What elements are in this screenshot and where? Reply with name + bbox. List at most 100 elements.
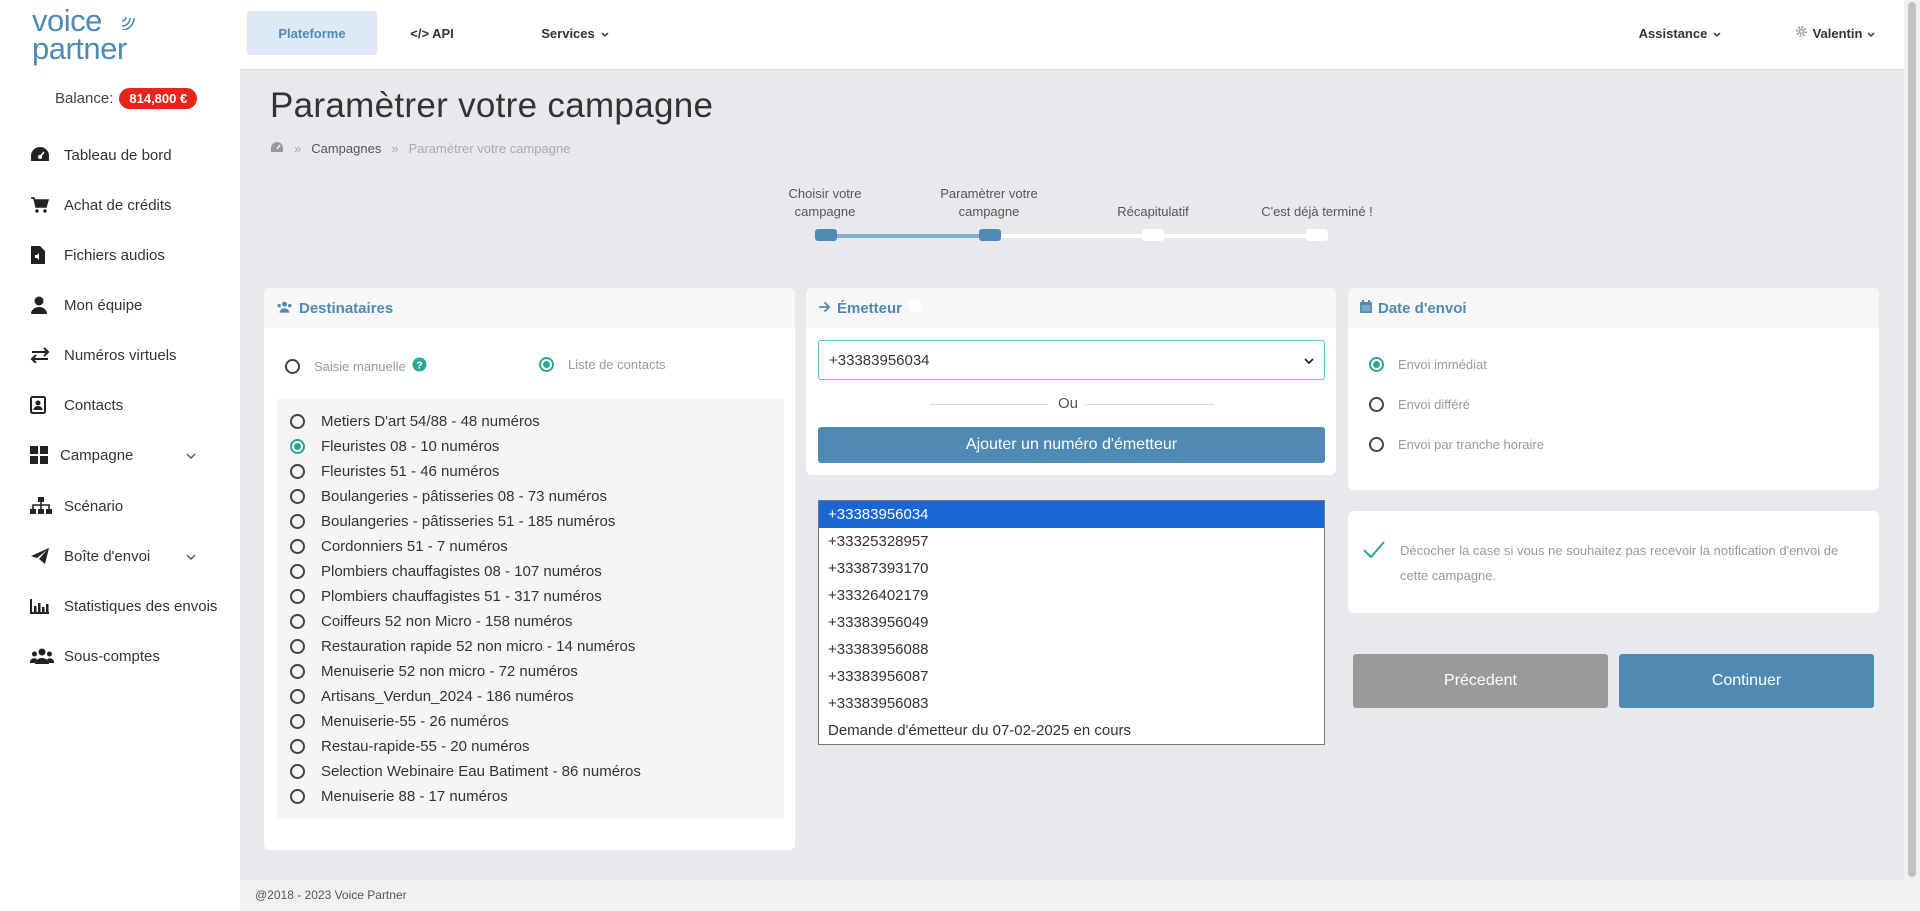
list-item[interactable]: Menuiserie-55 - 26 numéros <box>290 710 509 732</box>
list-item[interactable]: Boulangeries - pâtisseries 51 - 185 numé… <box>290 510 615 532</box>
chevron-down-icon <box>1867 26 1875 41</box>
dropdown-option[interactable]: +33325328957 <box>819 528 1324 555</box>
list-item[interactable]: Boulangeries - pâtisseries 08 - 73 numér… <box>290 485 607 507</box>
tab-label: Plateforme <box>278 25 346 41</box>
list-item[interactable]: Fleuristes 08 - 10 numéros <box>290 435 499 457</box>
list-radio[interactable] <box>290 438 305 454</box>
info-icon[interactable] <box>908 299 922 317</box>
list-item[interactable]: Plombiers chauffagistes 51 - 317 numéros <box>290 585 602 607</box>
radio-envoi-tranche-horaire[interactable] <box>1369 437 1384 452</box>
home-icon[interactable] <box>270 141 284 156</box>
envoi-differe-option[interactable]: Envoi différé <box>1369 397 1470 412</box>
list-radio[interactable] <box>290 688 305 704</box>
list-radio[interactable] <box>290 763 305 779</box>
list-item[interactable]: Menuiserie 52 non micro - 72 numéros <box>290 660 578 682</box>
assistance-label: Assistance <box>1638 25 1708 41</box>
list-item[interactable]: Restau-rapide-55 - 20 numéros <box>290 735 529 757</box>
emetteur-select[interactable]: +33383956034 <box>818 340 1325 380</box>
list-radio[interactable] <box>290 738 305 754</box>
list-label: Plombiers chauffagistes 51 - 317 numéros <box>321 587 602 605</box>
radio-saisie-manuelle[interactable] <box>285 358 300 374</box>
help-icon[interactable]: ? <box>412 357 427 375</box>
grid-icon <box>30 446 60 464</box>
list-item[interactable]: Artisans_Verdun_2024 - 186 numéros <box>290 685 574 707</box>
sidebar-item-achat-de-credits[interactable]: Achat de crédits <box>30 190 230 220</box>
chevron-down-icon <box>186 447 196 464</box>
list-item[interactable]: Restauration rapide 52 non micro - 14 nu… <box>290 635 635 657</box>
sidebar-item-tableau-de-bord[interactable]: Tableau de bord <box>30 140 230 170</box>
list-radio[interactable] <box>290 713 305 729</box>
envoi-immediat-option[interactable]: Envoi immédiat <box>1369 357 1487 372</box>
envoi-tranche-horaire-option[interactable]: Envoi par tranche horaire <box>1369 437 1544 452</box>
list-label: Menuiserie-55 - 26 numéros <box>321 712 509 730</box>
radio-envoi-differe[interactable] <box>1369 397 1384 412</box>
dropdown-option[interactable]: +33383956088 <box>819 636 1324 663</box>
dropdown-option[interactable]: +33383956083 <box>819 690 1324 717</box>
list-radio[interactable] <box>290 538 305 554</box>
sidebar-item-statistiques[interactable]: Statistiques des envois <box>30 591 230 621</box>
list-radio[interactable] <box>290 463 305 479</box>
chevron-down-icon <box>186 548 196 565</box>
list-item[interactable]: Plombiers chauffagistes 08 - 107 numéros <box>290 560 602 582</box>
radio-liste-de-contacts[interactable] <box>539 357 554 372</box>
voice-partner-logo[interactable]: voice partner <box>32 5 142 68</box>
sidebar-item-numeros-virtuels[interactable]: Numéros virtuels <box>30 340 230 370</box>
list-item[interactable]: Fleuristes 51 - 46 numéros <box>290 460 499 482</box>
sidebar-item-scenario[interactable]: Scénario <box>30 491 230 521</box>
scrollbar-thumb[interactable] <box>1908 2 1916 877</box>
continue-button[interactable]: Continuer <box>1619 654 1874 708</box>
assistance-menu[interactable]: Assistance <box>1620 11 1740 55</box>
dropdown-option[interactable]: +33383956034 <box>819 501 1324 528</box>
breadcrumb: » Campagnes » Paramètrer votre campagne <box>270 141 570 156</box>
radio-envoi-immediat[interactable] <box>1369 357 1384 372</box>
sidebar-item-sous-comptes[interactable]: Sous-comptes <box>30 641 230 671</box>
dropdown-option[interactable]: +33383956049 <box>819 609 1324 636</box>
list-item[interactable]: Cordonniers 51 - 7 numéros <box>290 535 508 557</box>
emetteur-header: Émetteur <box>806 288 1336 328</box>
dropdown-option[interactable]: +33387393170 <box>819 555 1324 582</box>
list-item[interactable]: Selection Webinaire Eau Batiment - 86 nu… <box>290 760 641 782</box>
list-radio[interactable] <box>290 588 305 604</box>
list-radio[interactable] <box>290 413 305 429</box>
or-label: Ou <box>1058 395 1079 412</box>
list-radio[interactable] <box>290 513 305 529</box>
contact-lists: Metiers D'art 54/88 - 48 numéros Fleuris… <box>277 399 784 819</box>
gear-icon <box>1795 25 1808 41</box>
sidebar-item-label: Achat de crédits <box>64 196 172 214</box>
sidebar-item-label: Fichiers audios <box>64 246 165 264</box>
checkmark-icon[interactable] <box>1362 540 1386 565</box>
dropdown-option[interactable]: +33383956087 <box>819 663 1324 690</box>
sidebar-item-label: Sous-comptes <box>64 647 160 665</box>
sidebar-item-fichiers-audios[interactable]: Fichiers audios <box>30 240 230 270</box>
card-title: Date d'envoi <box>1378 299 1467 317</box>
breadcrumb-campagnes[interactable]: Campagnes <box>311 141 381 156</box>
list-item[interactable]: Coiffeurs 52 non Micro - 158 numéros <box>290 610 573 632</box>
list-radio[interactable] <box>290 663 305 679</box>
list-item[interactable]: Menuiserie 88 - 17 numéros <box>290 785 508 807</box>
dropdown-option[interactable]: +33326402179 <box>819 582 1324 609</box>
step-track-done <box>826 234 990 238</box>
tab-services[interactable]: Services <box>520 11 630 55</box>
audio-file-icon <box>30 245 64 265</box>
user-icon <box>30 296 64 314</box>
sidebar-item-boite-d-envoi[interactable]: Boîte d'envoi <box>30 541 230 571</box>
list-item[interactable]: Metiers D'art 54/88 - 48 numéros <box>290 410 540 432</box>
add-emetteur-button[interactable]: Ajouter un numéro d'émetteur <box>818 427 1325 463</box>
list-radio[interactable] <box>290 613 305 629</box>
dropdown-option[interactable]: Demande d'émetteur du 07-02-2025 en cour… <box>819 717 1324 744</box>
list-radio[interactable] <box>290 488 305 504</box>
vertical-scrollbar[interactable] <box>1904 0 1920 911</box>
user-menu[interactable]: Valentin <box>1775 11 1895 55</box>
list-radio[interactable] <box>290 563 305 579</box>
sidebar-item-campagne[interactable]: Campagne <box>30 440 230 470</box>
tab-api[interactable]: </> API <box>402 11 462 55</box>
sidebar-item-mon-equipe[interactable]: Mon équipe <box>30 290 230 320</box>
mode-liste-de-contacts[interactable]: Liste de contacts <box>539 357 666 372</box>
list-radio[interactable] <box>290 788 305 804</box>
previous-button[interactable]: Précedent <box>1353 654 1608 708</box>
list-radio[interactable] <box>290 638 305 654</box>
tab-plateforme[interactable]: Plateforme <box>247 11 377 55</box>
step-label-2: Paramètrer votre campagne <box>940 186 1038 219</box>
sidebar-item-contacts[interactable]: Contacts <box>30 390 230 420</box>
mode-saisie-manuelle[interactable]: Saisie manuelle ? <box>285 357 427 375</box>
